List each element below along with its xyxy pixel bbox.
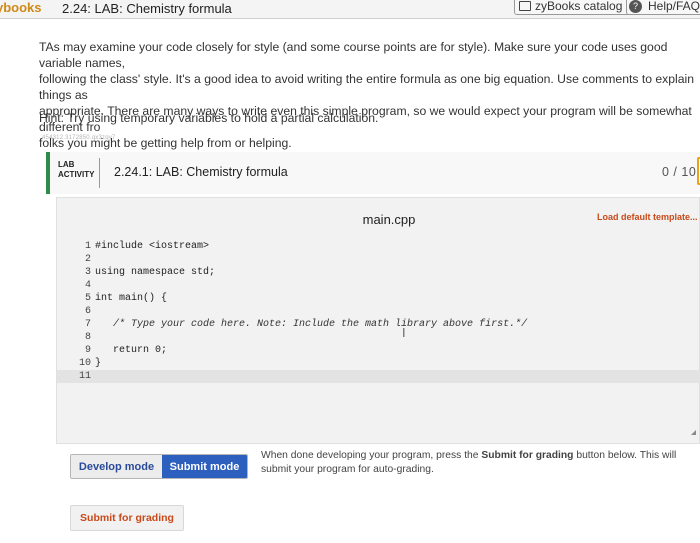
submit-note-text: When done developing your program, press… xyxy=(261,450,482,461)
help-button[interactable]: ? Help/FAQ xyxy=(626,0,700,15)
line-number: 7 xyxy=(84,319,91,330)
line-number: 4 xyxy=(84,280,91,291)
code-line[interactable]: 1 #include <iostream> xyxy=(77,240,700,253)
code-line[interactable]: 4 xyxy=(77,279,700,292)
instruction-line: folks you might be getting help from or … xyxy=(39,136,292,150)
code-line[interactable]: 8 xyxy=(77,331,700,344)
submit-mode-button[interactable]: Submit mode xyxy=(162,455,247,478)
lab-activity-header: LAB ACTIVITY 2.24.1: LAB: Chemistry form… xyxy=(46,152,700,194)
submit-for-grading-button[interactable]: Submit for grading xyxy=(70,505,184,531)
text-cursor-icon: I xyxy=(402,325,406,340)
code-line[interactable]: 9 return 0; xyxy=(77,344,700,357)
catalog-button[interactable]: zyBooks catalog xyxy=(514,0,632,15)
resize-handle-icon[interactable] xyxy=(691,430,696,435)
code-line[interactable]: 6 xyxy=(77,305,700,318)
code-line[interactable]: 5 int main() { xyxy=(77,292,700,305)
lab-activity-tag: LAB ACTIVITY xyxy=(58,160,94,180)
code-line[interactable]: 2 xyxy=(77,253,700,266)
tracking-id: 454312.3172850.qx3zqy7 xyxy=(42,135,116,141)
breadcrumb: 2.24: LAB: Chemistry formula xyxy=(62,1,232,16)
load-default-template-link[interactable]: Load default template... xyxy=(597,212,698,222)
code-text: using namespace std; xyxy=(95,267,216,278)
instructions-text: TAs may examine your code closely for st… xyxy=(39,39,700,151)
brand-logo[interactable]: ybooks xyxy=(0,0,42,18)
line-number: 3 xyxy=(84,267,91,278)
hint-text: Hint: Try using temporary variables to h… xyxy=(39,111,379,125)
line-number: 9 xyxy=(84,345,91,356)
develop-mode-button[interactable]: Develop mode xyxy=(71,455,162,478)
book-icon xyxy=(519,1,531,11)
code-text: } xyxy=(95,358,102,369)
line-number: 11 xyxy=(78,371,91,382)
code-text: int main() { xyxy=(95,293,168,304)
code-text: return 0; xyxy=(95,345,168,356)
help-label: Help/FAQ xyxy=(648,0,700,13)
editor-panel: main.cpp Load default template... 1 #incl… xyxy=(56,197,700,444)
line-number: 2 xyxy=(84,254,91,265)
line-number: 10 xyxy=(78,358,91,369)
instruction-line: following the class' style. It's a good … xyxy=(39,72,695,102)
submit-instructions: When done developing your program, press… xyxy=(261,449,691,477)
help-icon: ? xyxy=(629,0,642,13)
line-number: 5 xyxy=(84,293,91,304)
code-line[interactable]: 10} xyxy=(77,357,700,370)
code-text: /* Type your code here. Note: Include th… xyxy=(95,319,528,330)
code-line[interactable]: 11 xyxy=(57,370,700,383)
mode-toggle: Develop mode Submit mode xyxy=(70,454,248,479)
line-number: 6 xyxy=(84,306,91,317)
score-text: 0 / 10 xyxy=(662,165,697,179)
code-line[interactable]: 3 using namespace std; xyxy=(77,266,700,279)
code-text: #include <iostream> xyxy=(95,241,210,252)
submit-note-bold: Submit for grading xyxy=(481,450,574,461)
code-line[interactable]: 7 /* Type your code here. Note: Include … xyxy=(77,318,700,331)
top-bar: ybooks 2.24: LAB: Chemistry formula zyBo… xyxy=(0,0,700,19)
lab-tag-line: ACTIVITY xyxy=(58,170,95,179)
divider xyxy=(99,158,100,188)
lab-title: 2.24.1: LAB: Chemistry formula xyxy=(114,165,288,179)
catalog-label: zyBooks catalog xyxy=(535,0,623,13)
instruction-line: TAs may examine your code closely for st… xyxy=(39,40,668,70)
code-editor[interactable]: 1 #include <iostream> 2 3 using namespace st… xyxy=(57,240,700,383)
line-number: 1 xyxy=(84,241,91,252)
lab-tag-line: LAB xyxy=(58,160,75,169)
line-number: 8 xyxy=(84,332,91,343)
